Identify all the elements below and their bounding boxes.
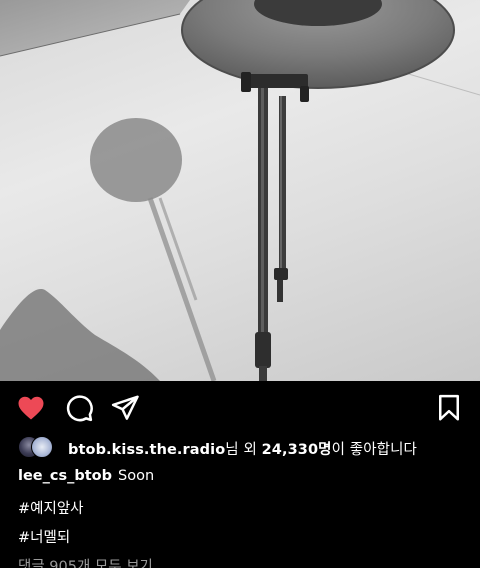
caption-username[interactable]: lee_cs_btob	[18, 468, 112, 484]
bookmark-icon	[439, 394, 459, 421]
post-meta: btob.kiss.the.radio님 외 24,330명이 좋아합니다 le…	[0, 435, 480, 568]
caption: lee_cs_btob Soon	[18, 468, 154, 484]
hashtag-link[interactable]: #너멜되	[18, 526, 70, 547]
post-photo[interactable]	[0, 0, 480, 381]
caption-text: Soon	[118, 468, 155, 484]
liked-by-suffix: 님 외	[225, 441, 262, 458]
liked-by-username[interactable]: btob.kiss.the.radio	[68, 442, 225, 458]
comment-button[interactable]	[64, 393, 94, 423]
paper-plane-icon	[111, 395, 139, 420]
likes-count[interactable]: 24,330명	[262, 442, 332, 458]
likes-row[interactable]: btob.kiss.the.radio님 외 24,330명이 좋아합니다	[18, 435, 417, 461]
avatar	[31, 436, 53, 458]
photo-illustration	[0, 0, 480, 381]
save-button[interactable]	[434, 393, 464, 423]
hashtag-link[interactable]: #예지앞사	[18, 497, 84, 518]
view-all-comments-link[interactable]: 댓글 905개 모두 보기	[18, 555, 153, 568]
like-button[interactable]	[16, 393, 46, 423]
comment-bubble-icon	[66, 395, 93, 422]
action-bar	[0, 381, 480, 435]
heart-filled-icon	[18, 396, 44, 420]
share-button[interactable]	[110, 393, 140, 423]
likes-summary: btob.kiss.the.radio님 외 24,330명이 좋아합니다	[68, 438, 417, 459]
likes-tail: 이 좋아합니다	[331, 441, 417, 458]
liker-avatars	[18, 436, 62, 460]
